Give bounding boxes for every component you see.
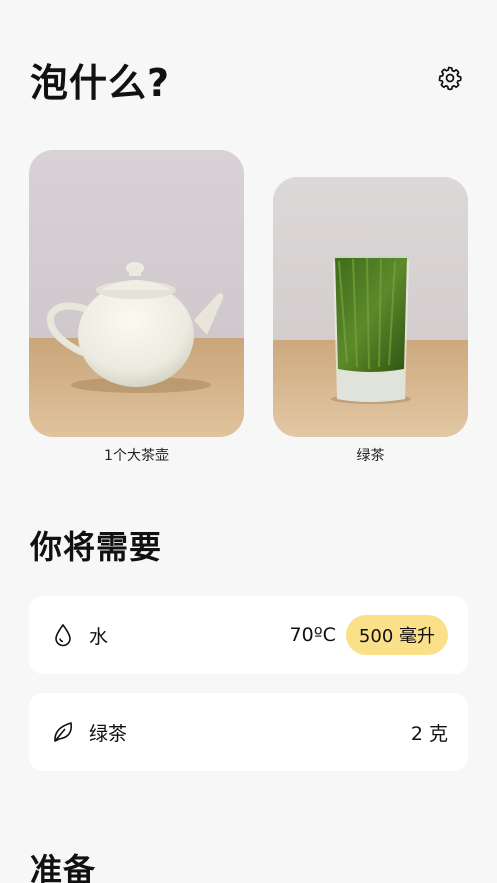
section-title-you-need: 你将需要 <box>30 528 163 566</box>
page-title: 泡什么? <box>30 61 171 105</box>
gear-icon <box>438 66 462 91</box>
teapot-caption: 1个大茶壶 <box>104 448 169 464</box>
green-tea-caption: 绿茶 <box>356 448 385 464</box>
settings-button[interactable] <box>434 62 466 94</box>
water-temperature: 70ºC <box>289 624 336 646</box>
teapot-card[interactable] <box>29 150 244 437</box>
water-volume-pill[interactable]: 500 毫升 <box>345 615 448 655</box>
green-tea-card[interactable] <box>273 177 468 437</box>
green-tea-glass-photo <box>273 177 468 437</box>
leaf-icon <box>51 720 75 744</box>
ingredient-label-green-tea: 绿茶 <box>89 722 128 745</box>
ingredient-label-water: 水 <box>89 625 109 648</box>
green-tea-amount: 2 克 <box>410 722 448 745</box>
white-teapot-photo <box>29 150 244 437</box>
section-title-prepare: 准备 <box>30 851 97 883</box>
water-drop-icon <box>51 623 75 647</box>
ingredient-row-green-tea[interactable]: 绿茶 2 克 <box>29 693 468 771</box>
ingredient-row-water[interactable]: 水 70ºC 500 毫升 <box>29 596 468 674</box>
